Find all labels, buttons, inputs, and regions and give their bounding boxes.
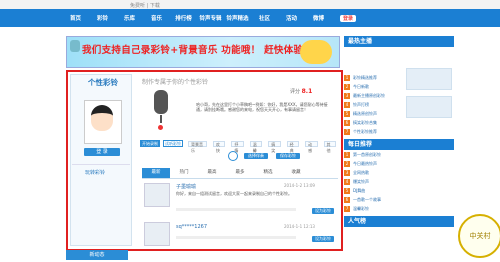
banner-mascot-icon [300, 40, 332, 64]
set-ringtone-button[interactable]: 设为彩铃 [312, 236, 334, 242]
rank-icon: 1 [344, 75, 350, 81]
comment-avatar [144, 183, 170, 207]
score-value: 8.1 [301, 88, 313, 95]
nav-item-library[interactable]: 乐库 [116, 14, 143, 22]
tone-option[interactable]: 其他 [323, 141, 336, 153]
nav-login-button[interactable]: 登录 [340, 14, 356, 22]
list-item[interactable]: 7 个性彩铃推荐 [344, 127, 454, 136]
tone-option[interactable]: 温馨 [249, 141, 263, 153]
topbar-text: 免费听 | 下载 [130, 3, 160, 9]
right-section-header: 人气榜 [344, 216, 454, 227]
record-button[interactable]: 开始录制 [140, 140, 160, 147]
avatar-face-icon [91, 105, 113, 131]
nav-item-picks[interactable]: 铃声精选 [224, 14, 251, 22]
script-textarea[interactable]: 哈小哥，先在这里打个小草稿吧~例如：你好，我是XXX，请您耐心等待接通，请别挂断… [196, 102, 332, 112]
tone-option[interactable]: 搞笑 [268, 141, 281, 153]
rank-icon: 7 [344, 206, 350, 212]
right-section-header: 最热主播 [344, 36, 454, 47]
music-style-bar: 背景音乐 欢快 抒情 温馨 搞笑 经典 动感 其他 [188, 141, 336, 153]
rank-icon: 7 [344, 129, 350, 135]
tone-option[interactable]: 背景音乐 [188, 141, 207, 153]
nav-item-weibo[interactable]: 微博 [305, 14, 332, 22]
tone-option[interactable]: 动感 [305, 141, 318, 153]
tab-hot[interactable]: 热门 [170, 168, 198, 178]
anchor-thumbnail[interactable] [406, 96, 452, 118]
rank-icon: 3 [344, 93, 350, 99]
nav-item-album[interactable]: 铃声专辑 [197, 14, 224, 22]
tone-option[interactable]: 欢快 [212, 141, 226, 153]
top-utility-bar: 免费听 | 下载 [0, 0, 500, 9]
sidebar-login-button[interactable]: 登 录 [84, 148, 120, 156]
rank-icon: 2 [344, 161, 350, 167]
tab-latest[interactable]: 最新 [142, 168, 170, 178]
microphone-stand-icon [160, 115, 162, 123]
nav-item-chart[interactable]: 排行榜 [170, 14, 197, 22]
score-label: 评分 [290, 89, 301, 95]
rank-icon: 4 [344, 102, 350, 108]
comment-waveform [176, 208, 296, 211]
list-tabs: 最新 热门 最高 最多 精选 收藏 [142, 168, 338, 179]
tab-most[interactable]: 最多 [226, 168, 254, 178]
comment-user[interactable]: 子墨瑜瑜 [176, 183, 196, 190]
tone-option[interactable]: 抒情 [231, 141, 244, 153]
list-item[interactable]: 1 第一首原创彩铃 [344, 150, 454, 159]
sidebar-link[interactable]: 玩转彩铃 [85, 169, 105, 176]
nav-item-ringtones[interactable]: 彩铃 [89, 14, 116, 22]
microphone-icon[interactable] [154, 90, 168, 114]
comment-user[interactable]: sq*****1267 [176, 224, 207, 230]
comment-date: 2014-1-2 13:09 [284, 183, 315, 188]
nav-item-home[interactable]: 首页 [62, 14, 89, 22]
tab-favorites[interactable]: 收藏 [282, 168, 310, 178]
rank-icon: 6 [344, 120, 350, 126]
rank-icon: 3 [344, 170, 350, 176]
sidebar-divider [72, 164, 130, 165]
right-section-header: 每日推荐 [344, 139, 454, 150]
recorder-title: 制作专属于你的个性彩铃 [142, 79, 209, 86]
news-section-header: 新动态 [66, 250, 128, 260]
rank-icon: 6 [344, 197, 350, 203]
comment-avatar [144, 222, 170, 246]
chip-accompaniment[interactable]: 选择伴奏 [244, 153, 268, 159]
anchor-thumbnail[interactable] [406, 68, 452, 90]
rank-icon: 5 [344, 188, 350, 194]
list-item[interactable]: 5 DJ舞曲 [344, 186, 454, 195]
right-sidebar: 最热主播 1 彩铃精选推荐 2 今日新歌 3 最新主播原创彩铃 4 铃声打榜 5 精选原创… [344, 36, 454, 227]
list-item[interactable]: 6 搞笑彩铃合集 [344, 118, 454, 127]
banner-headline: 我们支持自己录彩铃+背景音乐 功能哦！ 赶快体验吧！ [82, 45, 323, 56]
banner-logo-icon [70, 40, 80, 52]
comment-text: 你好，来自一组测试留言，欢迎大家一起来录制自己的个性彩铃。 [176, 191, 292, 196]
list-item[interactable]: 3 全网热歌 [344, 168, 454, 177]
listen-button[interactable]: 试听彩铃 [163, 140, 183, 147]
list-item[interactable]: 7 温馨彩铃 [344, 204, 454, 213]
list-item[interactable]: 4 爆笑铃声 [344, 177, 454, 186]
watermark-logo: 中关村 [458, 214, 500, 258]
set-ringtone-button[interactable]: 设为彩铃 [312, 208, 334, 214]
play-icon[interactable] [228, 151, 238, 161]
comment-waveform [176, 236, 296, 239]
comment-date: 2014-1-1 12:13 [284, 224, 315, 229]
list-item[interactable]: 2 今日最热铃声 [344, 159, 454, 168]
tone-option[interactable]: 经典 [286, 141, 300, 153]
record-dot-icon [158, 125, 163, 130]
nav-item-community[interactable]: 社区 [251, 14, 278, 22]
sidebar-title: 个性彩铃 [88, 78, 118, 87]
chip-save[interactable]: 保存彩铃 [276, 153, 300, 159]
score-display: 评分 8.1 [290, 88, 312, 95]
main-nav: 首页 彩铃 乐库 音乐 排行榜 铃声专辑 铃声精选 社区 活动 微博 登录 [0, 9, 500, 27]
tab-top[interactable]: 最高 [198, 168, 226, 178]
rank-icon: 2 [344, 84, 350, 90]
list-item[interactable]: 6 一首歌一个故事 [344, 195, 454, 204]
tab-picks[interactable]: 精选 [254, 168, 282, 178]
rank-icon: 1 [344, 152, 350, 158]
rank-icon: 4 [344, 179, 350, 185]
nav-item-events[interactable]: 活动 [278, 14, 305, 22]
rank-icon: 5 [344, 111, 350, 117]
nav-item-music[interactable]: 音乐 [143, 14, 170, 22]
